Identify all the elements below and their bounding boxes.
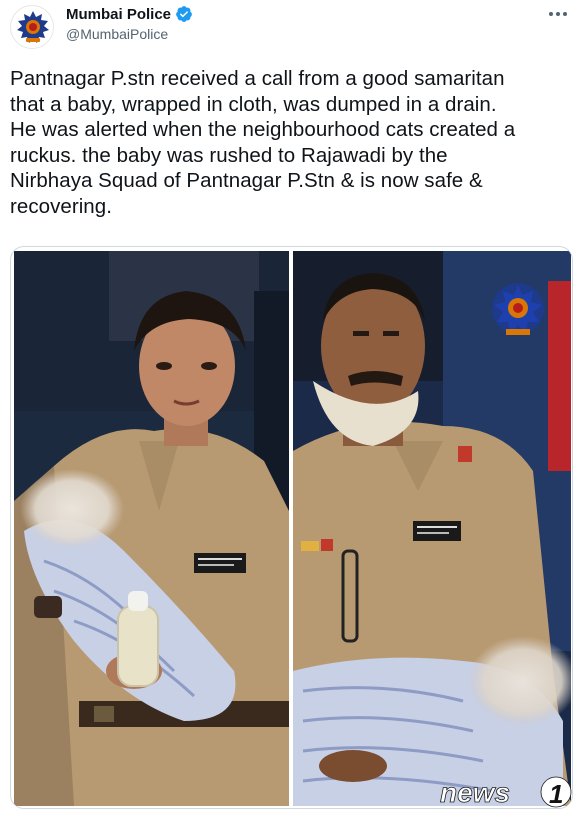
news1-watermark: news 1 (438, 774, 578, 810)
tweet-text-line: recovering. (10, 194, 112, 218)
mumbai-police-emblem-icon (13, 8, 53, 48)
tweet-header: Mumbai Police @MumbaiPolice (0, 0, 584, 56)
tweet-media[interactable] (10, 246, 573, 809)
police-emblem-logo-icon (492, 283, 544, 335)
more-horizontal-icon[interactable] (546, 4, 570, 24)
watermark-news-text: news (440, 777, 510, 808)
tweet-text-line: Nirbhaya Squad of Pantnagar P.Stn & is n… (10, 169, 483, 192)
tweet-text: Pantnagar P.stn received a call from a g… (10, 66, 576, 219)
author-handle[interactable]: @MumbaiPolice (66, 26, 168, 42)
tweet-text-line: Pantnagar P.stn received a call from a g… (10, 67, 505, 90)
policewoman-holding-baby-photo[interactable] (14, 251, 289, 806)
author-avatar[interactable] (10, 5, 54, 49)
verified-badge-icon (175, 5, 193, 23)
tweet-text-line: He was alerted when the neighbourhood ca… (10, 118, 516, 141)
tweet-text-line: that a baby, wrapped in cloth, was dumpe… (10, 92, 497, 116)
watermark-one-text: 1 (549, 779, 563, 809)
author-display-name[interactable]: Mumbai Police (66, 6, 171, 23)
tweet-text-line: ruckus. the baby was rushed to Rajawadi … (10, 143, 448, 167)
policeman-holding-baby-photo[interactable] (293, 251, 571, 806)
